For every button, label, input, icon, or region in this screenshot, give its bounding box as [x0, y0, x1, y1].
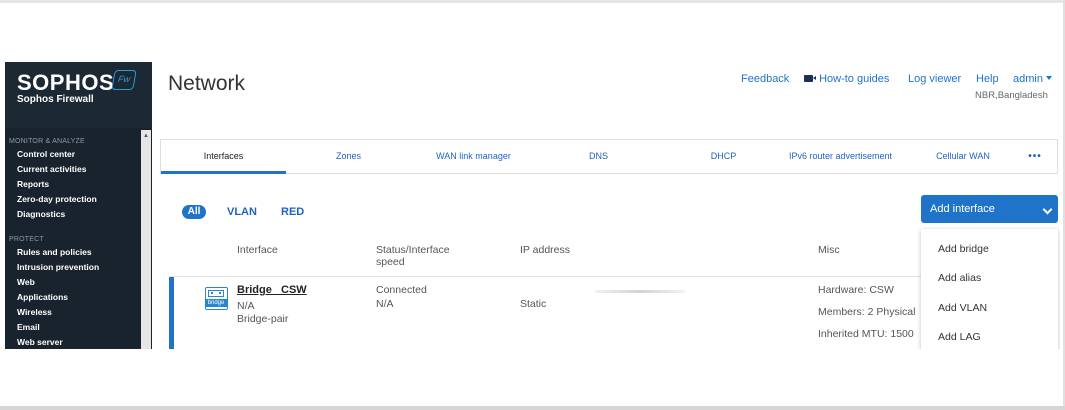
sidebar-item-current-activities[interactable]: Current activities: [5, 162, 141, 177]
add-interface-dropdown: Add bridge Add alias Add VLAN Add LAG: [921, 229, 1058, 349]
admin-menu[interactable]: admin: [1013, 73, 1052, 85]
interface-sub-type: Bridge-pair: [237, 313, 289, 325]
nav-section-protect: PROTECT: [9, 236, 44, 243]
caret-down-icon: [1045, 76, 1052, 80]
tab-interfaces[interactable]: Interfaces: [161, 140, 286, 173]
bridge-icon: bridge: [205, 287, 228, 310]
sidebar-item-rules-and-policies[interactable]: Rules and policies: [5, 245, 141, 260]
help-link[interactable]: Help: [976, 73, 999, 85]
sidebar-item-web[interactable]: Web: [5, 275, 141, 290]
page-title: Network: [168, 72, 246, 95]
status-connected: Connected: [376, 284, 427, 296]
active-tab-indicator: [161, 171, 286, 174]
how-to-guides-label: How-to guides: [819, 73, 890, 85]
tab-ipv6-router-advertisement[interactable]: IPv6 router advertisement: [768, 140, 913, 173]
column-header-status: Status/Interface speed: [376, 244, 450, 268]
redaction-smudge: [605, 254, 665, 276]
filter-all-pill[interactable]: All: [182, 205, 206, 219]
firewall-badge-icon: Fw: [111, 70, 137, 90]
tab-dns[interactable]: DNS: [536, 140, 661, 173]
selected-row-marker: [169, 277, 174, 349]
sidebar-item-control-center[interactable]: Control center: [5, 147, 141, 162]
menu-item-add-bridge[interactable]: Add bridge: [938, 243, 989, 255]
sidebar-scrollbar[interactable]: ▲: [141, 130, 151, 349]
filter-vlan[interactable]: VLAN: [227, 205, 257, 219]
sidebar-item-email[interactable]: Email: [5, 320, 141, 335]
column-header-interface: Interface: [237, 244, 278, 256]
interface-name-link[interactable]: Bridge _CSW: [237, 284, 307, 296]
bridge-icon-port: [219, 292, 221, 294]
menu-item-add-alias[interactable]: Add alias: [938, 272, 981, 284]
more-tabs-icon[interactable]: •••: [1013, 140, 1057, 173]
sidebar-item-wireless[interactable]: Wireless: [5, 305, 141, 320]
chevron-down-icon: [1042, 204, 1053, 215]
sidebar-item-diagnostics[interactable]: Diagnostics: [5, 207, 141, 222]
menu-item-add-vlan[interactable]: Add VLAN: [938, 302, 987, 314]
redacted-ip-address: [595, 290, 685, 293]
sidebar-item-reports[interactable]: Reports: [5, 177, 141, 192]
sidebar-item-web-server[interactable]: Web server: [5, 335, 141, 349]
sidebar-item-intrusion-prevention[interactable]: Intrusion prevention: [5, 260, 141, 275]
sidebar-item-zero-day-protection[interactable]: Zero-day protection: [5, 192, 141, 207]
add-interface-button[interactable]: Add interface: [921, 195, 1058, 223]
tab-bar: Interfaces Zones WAN link manager DNS DH…: [160, 139, 1058, 174]
feedback-link[interactable]: Feedback: [741, 73, 789, 85]
tab-zones[interactable]: Zones: [286, 140, 411, 173]
column-header-ip-address: IP address: [520, 244, 571, 256]
ip-address-mode: Static: [520, 298, 547, 310]
scroll-up-arrow-icon[interactable]: ▲: [142, 131, 150, 141]
misc-members: Members: 2 Physical: [818, 306, 916, 318]
sidebar-item-applications[interactable]: Applications: [5, 290, 141, 305]
how-to-guides-link[interactable]: How-to guides: [804, 73, 889, 85]
interface-speed: N/A: [376, 298, 394, 310]
sophos-app: SOPHOS Fw Sophos Firewall MONITOR & ANAL…: [5, 62, 1060, 349]
sidebar: SOPHOS Fw Sophos Firewall MONITOR & ANAL…: [5, 62, 152, 349]
interface-sub-na: N/A: [237, 300, 255, 312]
screenshot-frame: SOPHOS Fw Sophos Firewall MONITOR & ANAL…: [0, 0, 1065, 410]
filter-red[interactable]: RED: [281, 205, 304, 219]
misc-hardware: Hardware: CSW: [818, 284, 894, 296]
location-label: NBR,Bangladesh: [975, 90, 1048, 101]
brand-logo: SOPHOS: [17, 70, 115, 95]
admin-label: admin: [1013, 73, 1043, 85]
menu-item-add-lag[interactable]: Add LAG: [938, 331, 981, 343]
brand-subtitle: Sophos Firewall: [17, 94, 94, 105]
frame-bottom-edge: [0, 406, 1065, 410]
bridge-icon-port: [211, 292, 213, 294]
nav-section-monitor: MONITOR & ANALYZE: [9, 138, 85, 145]
bridge-icon-label: bridge: [205, 299, 227, 307]
tab-cellular-wan[interactable]: Cellular WAN: [913, 140, 1013, 173]
frame-top-edge: [0, 0, 1065, 3]
log-viewer-link[interactable]: Log viewer: [908, 73, 961, 85]
add-interface-label: Add interface: [930, 203, 995, 215]
column-header-misc: Misc: [818, 244, 840, 256]
video-camera-icon: [804, 75, 816, 82]
sidebar-nav: MONITOR & ANALYZE Control center Current…: [5, 136, 141, 349]
brand-block[interactable]: SOPHOS Fw Sophos Firewall: [5, 62, 152, 128]
table-row-divider: [169, 276, 921, 277]
misc-mtu: Inherited MTU: 1500: [818, 328, 914, 340]
tab-wan-link-manager[interactable]: WAN link manager: [411, 140, 536, 173]
